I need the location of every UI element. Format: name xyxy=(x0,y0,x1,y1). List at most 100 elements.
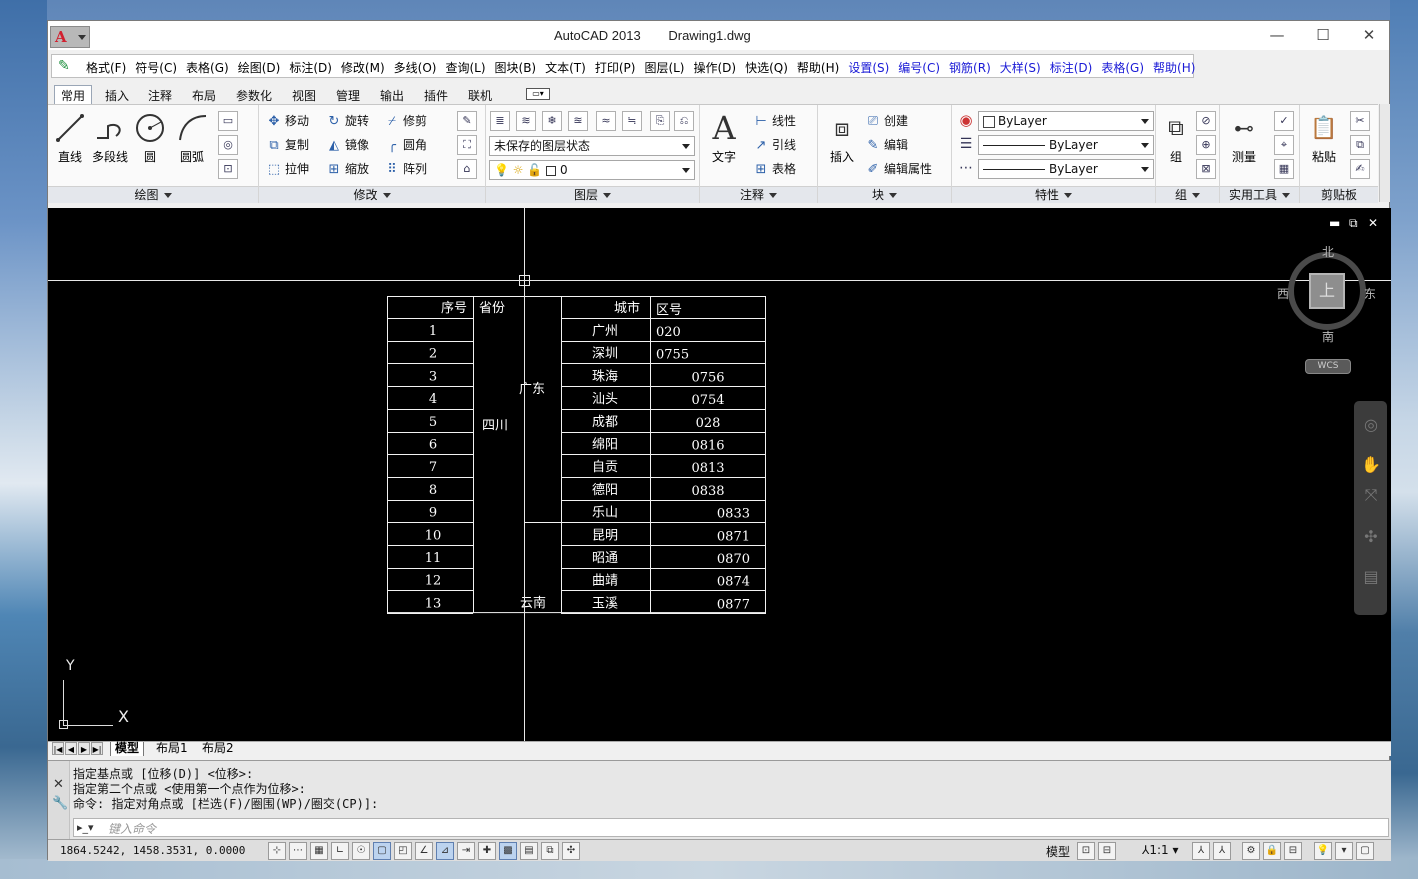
tab-annotate[interactable]: 注释 xyxy=(142,86,178,105)
ortho-mode-icon[interactable]: ∟ xyxy=(331,842,349,860)
wcs-menu[interactable]: WCS xyxy=(1305,359,1351,374)
application-menu-button[interactable]: A xyxy=(50,26,90,48)
arc-tool[interactable]: 圆弧 xyxy=(172,111,212,165)
ducs-icon[interactable]: ⊿ xyxy=(436,842,454,860)
tab-home[interactable]: 常用 xyxy=(54,85,93,105)
menu-item[interactable]: 编号(C) xyxy=(898,61,940,75)
polar-tracking-icon[interactable]: ☉ xyxy=(352,842,370,860)
menu-item[interactable]: 格式(F) xyxy=(86,61,126,75)
viewport-minimize-icon[interactable]: ▬ xyxy=(1329,216,1340,230)
layer-match-icon[interactable]: ≊ xyxy=(568,111,588,131)
isolate-objects-icon[interactable]: 💡 xyxy=(1314,842,1332,860)
hardware-acceleration-icon[interactable]: ⊟ xyxy=(1284,842,1302,860)
erase-icon[interactable]: ✎ xyxy=(457,111,477,131)
current-layer-select[interactable]: 💡 ☼ 🔓 0 xyxy=(489,160,695,180)
layer-off-icon[interactable]: ≈ xyxy=(596,111,616,131)
tab-layout[interactable]: 布局 xyxy=(186,86,222,105)
rectangle-icon[interactable]: ▭ xyxy=(218,111,238,131)
offset-icon[interactable]: ⌂ xyxy=(457,159,477,179)
close-icon[interactable]: ✕ xyxy=(53,777,64,792)
boundary-icon[interactable]: ⊡ xyxy=(218,159,238,179)
cut-icon[interactable]: ✂ xyxy=(1350,111,1370,131)
tab-layout1[interactable]: 布局1 xyxy=(152,742,192,756)
menu-item[interactable]: 查询(L) xyxy=(445,61,485,75)
explode-icon[interactable]: ⛶ xyxy=(457,135,477,155)
menu-item[interactable]: 操作(D) xyxy=(694,61,737,75)
cad-table[interactable]: 序号 省份 城市 区号 广东 四川 云南 1 广州 020 2 深圳 0755 3 珠海 0756 4 汕头 075… xyxy=(387,296,766,614)
menu-item[interactable]: 修改(M) xyxy=(341,61,385,75)
group-tool[interactable]: ⧉ 组 xyxy=(1158,111,1194,165)
compass-south[interactable]: 南 xyxy=(1322,328,1334,345)
orbit-icon[interactable]: ✣ xyxy=(1361,527,1381,547)
move-tool[interactable]: ✥ 移动 xyxy=(265,111,309,131)
compass-east[interactable]: 东 xyxy=(1364,285,1376,302)
maximize-button[interactable]: ☐ xyxy=(1300,23,1346,47)
steering-wheel-icon[interactable]: ◎ xyxy=(1361,415,1381,435)
layer-walk-icon[interactable]: ⎘ xyxy=(650,111,670,131)
minimize-button[interactable]: — xyxy=(1254,23,1300,47)
menu-item[interactable]: 文本(T) xyxy=(545,61,586,75)
menu-item[interactable]: 绘图(D) xyxy=(238,61,281,75)
menu-item[interactable]: 表格(G) xyxy=(1101,61,1144,75)
next-tab-icon[interactable]: ▶ xyxy=(78,742,90,755)
polyline-tool[interactable]: 多段线 xyxy=(90,111,130,165)
layer-freeze-icon[interactable]: ❄ xyxy=(542,111,562,131)
viewcube-top-face[interactable]: 上 xyxy=(1309,273,1345,309)
panel-title-block[interactable]: 块 xyxy=(818,186,951,203)
last-tab-icon[interactable]: ▶| xyxy=(91,742,103,755)
edit-attributes-tool[interactable]: ✐ 编辑属性 xyxy=(864,159,932,179)
ungroup-icon[interactable]: ⊘ xyxy=(1196,111,1216,131)
trim-tool[interactable]: ⌿ 修剪 xyxy=(383,111,427,131)
transparency-icon[interactable]: ▩ xyxy=(499,842,517,860)
drawing-canvas[interactable]: ▬ ⧉ ✕ 序号 省份 城市 区号 广东 四川 云南 1 广州 020 2 深圳 0755 3 珠海 0756… xyxy=(48,208,1391,741)
workspace-gear-icon[interactable]: ⚙ xyxy=(1242,842,1260,860)
panel-title-draw[interactable]: 绘图 xyxy=(48,186,258,203)
status-menu-icon[interactable]: ▾ xyxy=(1335,842,1353,860)
quick-props-icon[interactable]: ▤ xyxy=(520,842,538,860)
dynamic-input-icon[interactable]: ⇥ xyxy=(457,842,475,860)
viewcube[interactable]: 上 北 南 东 西 xyxy=(1277,243,1376,344)
menu-item[interactable]: 标注(D) xyxy=(289,61,332,75)
menu-item[interactable]: 符号(C) xyxy=(135,61,177,75)
calculator-icon[interactable]: ▦ xyxy=(1274,159,1294,179)
wrench-icon[interactable]: 🔧 xyxy=(52,796,68,811)
paste-tool[interactable]: 📋 粘贴 xyxy=(1304,111,1344,165)
panel-title-modify[interactable]: 修改 xyxy=(259,186,485,203)
grid-display-icon[interactable]: ▦ xyxy=(310,842,328,860)
layer-lock-icon[interactable]: ≒ xyxy=(622,111,642,131)
panel-title-layers[interactable]: 图层 xyxy=(486,186,699,203)
linear-dim-tool[interactable]: ⊢ 线性 xyxy=(752,111,796,131)
annotation-visibility-icon[interactable]: ⅄ xyxy=(1192,842,1210,860)
snap-mode-icon[interactable]: ⋯ xyxy=(289,842,307,860)
leader-tool[interactable]: ↗ 引线 xyxy=(752,135,796,155)
linetype-icon[interactable]: ⋯ xyxy=(956,159,976,179)
table-tool[interactable]: ⊞ 表格 xyxy=(752,159,796,179)
viewport-close-icon[interactable]: ✕ xyxy=(1368,216,1378,230)
hatch-icon[interactable]: ◎ xyxy=(218,135,238,155)
layer-properties-icon[interactable]: ≣ xyxy=(490,111,510,131)
infer-constraints-icon[interactable]: ⊹ xyxy=(268,842,286,860)
group-edit-icon[interactable]: ⊕ xyxy=(1196,135,1216,155)
tab-output[interactable]: 输出 xyxy=(374,86,410,105)
model-space-button[interactable]: 模型 xyxy=(1046,843,1070,860)
text-tool[interactable]: A 文字 xyxy=(704,109,744,165)
compass-north[interactable]: 北 xyxy=(1322,243,1334,260)
linetype-select[interactable]: ByLayer xyxy=(978,135,1154,155)
quick-view-layouts-icon[interactable]: ⊡ xyxy=(1077,842,1095,860)
menu-app-icon[interactable]: ✎ xyxy=(58,58,74,74)
menu-item[interactable]: 大样(S) xyxy=(1000,61,1041,75)
tab-online[interactable]: 联机 xyxy=(462,86,498,105)
command-input[interactable]: ▸_▾ 键入命令 xyxy=(73,818,1389,837)
measure-tool[interactable]: ⊷ 测量 xyxy=(1224,111,1264,165)
menu-item[interactable]: 快选(Q) xyxy=(745,61,788,75)
prev-tab-icon[interactable]: ◀ xyxy=(65,742,77,755)
tab-layout2[interactable]: 布局2 xyxy=(198,742,238,756)
edit-block-tool[interactable]: ✎ 编辑 xyxy=(864,135,908,155)
lineweight-select[interactable]: ByLayer xyxy=(978,159,1154,179)
ribbon-scrollbar[interactable] xyxy=(1379,104,1390,202)
create-block-tool[interactable]: ⎚ 创建 xyxy=(864,111,908,131)
menu-item[interactable]: 帮助(H) xyxy=(1153,61,1195,75)
panel-title-utilities[interactable]: 实用工具 xyxy=(1220,186,1299,203)
stretch-tool[interactable]: ⬚ 拉伸 xyxy=(265,159,309,179)
close-button[interactable]: ✕ xyxy=(1346,23,1392,47)
